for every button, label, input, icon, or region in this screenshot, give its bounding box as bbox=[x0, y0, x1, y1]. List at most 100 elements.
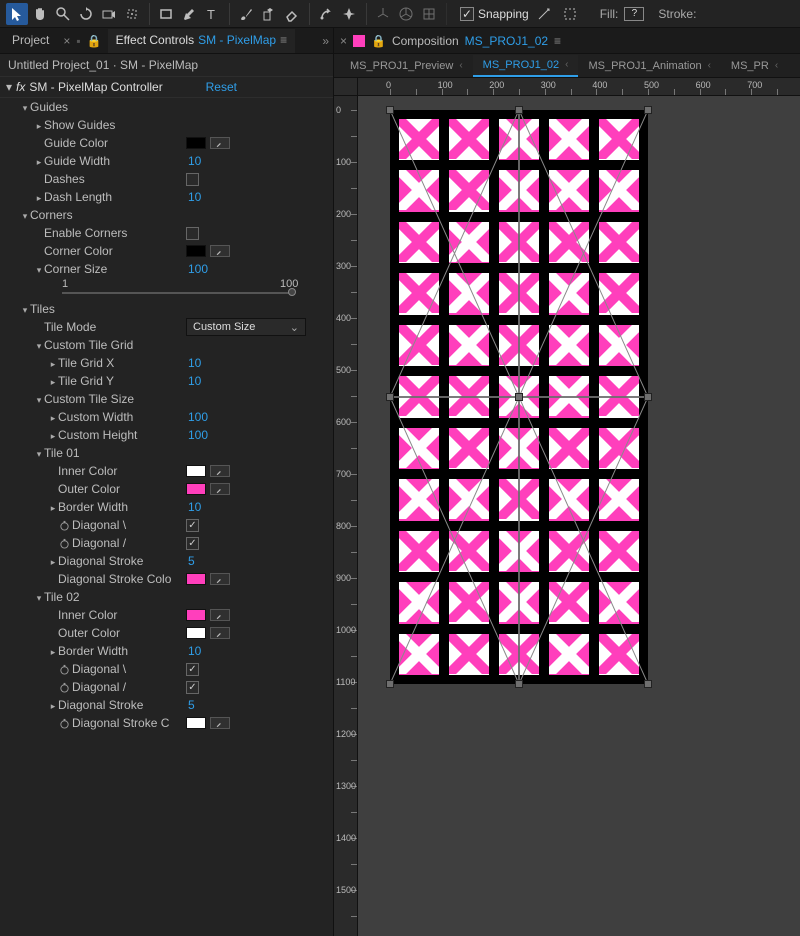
enable-corners-check[interactable] bbox=[186, 227, 199, 240]
t1-dsc-eyedrop[interactable] bbox=[210, 573, 230, 585]
tile-grid-x-value[interactable]: 10 bbox=[188, 356, 201, 370]
corner-size-value[interactable]: 100 bbox=[188, 262, 208, 276]
subtab-MS_PROJ1_Animation[interactable]: MS_PROJ1_Animation‹ bbox=[578, 56, 720, 76]
panel-overflow-icon[interactable]: » bbox=[322, 34, 329, 48]
show-guides[interactable]: Show Guides bbox=[44, 118, 115, 132]
t1-inner-swatch[interactable] bbox=[186, 465, 206, 477]
tile02-group[interactable]: Tile 02 bbox=[44, 590, 80, 604]
t1-d2-stopwatch[interactable] bbox=[58, 537, 70, 549]
cw-toggle[interactable] bbox=[48, 410, 58, 424]
roto-tool[interactable] bbox=[315, 3, 337, 25]
custom-tile-size[interactable]: Custom Tile Size bbox=[44, 392, 134, 406]
t1-d1-check[interactable] bbox=[186, 519, 199, 532]
tile01-toggle[interactable] bbox=[34, 446, 44, 460]
t2-bw-value[interactable]: 10 bbox=[188, 644, 201, 658]
snap-option-1[interactable] bbox=[533, 3, 555, 25]
project-tab[interactable]: Project bbox=[4, 29, 57, 53]
tile-mode-dropdown[interactable]: Custom Size bbox=[186, 318, 306, 336]
subtab-MS_PR[interactable]: MS_PR‹ bbox=[721, 56, 788, 76]
close-comp-tab[interactable]: × bbox=[340, 34, 347, 48]
guide-width-value[interactable]: 10 bbox=[188, 154, 201, 168]
tile02-toggle[interactable] bbox=[34, 590, 44, 604]
t1-bw-value[interactable]: 10 bbox=[188, 500, 201, 514]
tile01-group[interactable]: Tile 01 bbox=[44, 446, 80, 460]
subtab-MS_PROJ1_Preview[interactable]: MS_PROJ1_Preview‹ bbox=[340, 56, 473, 76]
zoom-tool[interactable] bbox=[52, 3, 74, 25]
transform-handle[interactable] bbox=[515, 106, 523, 114]
guides-toggle[interactable] bbox=[20, 100, 30, 114]
transform-handle[interactable] bbox=[386, 106, 394, 114]
t2-inner-eyedrop[interactable] bbox=[210, 609, 230, 621]
corner-size-toggle[interactable] bbox=[34, 262, 44, 276]
t2-d2-check[interactable] bbox=[186, 681, 199, 694]
corners-toggle[interactable] bbox=[20, 208, 30, 222]
ch-toggle[interactable] bbox=[48, 428, 58, 442]
t1-bw-toggle[interactable] bbox=[48, 500, 58, 514]
transform-handle[interactable] bbox=[644, 393, 652, 401]
t1-ds-value[interactable]: 5 bbox=[188, 554, 195, 568]
custom-width-value[interactable]: 100 bbox=[188, 410, 208, 424]
corners-group[interactable]: Corners bbox=[30, 208, 73, 222]
custom-width[interactable]: Custom Width bbox=[58, 410, 133, 424]
t1-diag-stroke[interactable]: Diagonal Stroke bbox=[58, 554, 143, 568]
tiles-group[interactable]: Tiles bbox=[30, 302, 55, 316]
guides-group[interactable]: Guides bbox=[30, 100, 68, 114]
dash-length[interactable]: Dash Length bbox=[44, 190, 112, 204]
fill-swatch[interactable]: ? bbox=[624, 7, 644, 21]
custom-height[interactable]: Custom Height bbox=[58, 428, 137, 442]
corner-color-eyedrop[interactable] bbox=[210, 245, 230, 257]
rotate-tool[interactable] bbox=[75, 3, 97, 25]
tile-grid-toggle[interactable] bbox=[34, 338, 44, 352]
selection-tool[interactable] bbox=[6, 3, 28, 25]
t2-dsc-stopwatch[interactable] bbox=[58, 717, 70, 729]
effect-controls-tab[interactable]: Effect Controls SM - PixelMap ≡ bbox=[108, 29, 296, 53]
dash-length-value[interactable]: 10 bbox=[188, 190, 201, 204]
t1-ds-toggle[interactable] bbox=[48, 554, 58, 568]
t1-d2-check[interactable] bbox=[186, 537, 199, 550]
effect-header[interactable]: ▾ fx SM - PixelMap Controller Reset bbox=[0, 77, 333, 98]
guide-width[interactable]: Guide Width bbox=[44, 154, 110, 168]
tile-grid-y-value[interactable]: 10 bbox=[188, 374, 201, 388]
snapping-checkbox[interactable]: ✓ bbox=[460, 7, 474, 21]
t2-bw-toggle[interactable] bbox=[48, 644, 58, 658]
custom-tile-grid[interactable]: Custom Tile Grid bbox=[44, 338, 133, 352]
show-guides-toggle[interactable] bbox=[34, 118, 44, 132]
t1-outer-swatch[interactable] bbox=[186, 483, 206, 495]
t1-outer-eyedrop[interactable] bbox=[210, 483, 230, 495]
rect-tool[interactable] bbox=[155, 3, 177, 25]
close-project-tab[interactable]: × bbox=[63, 34, 70, 48]
ruler-horizontal[interactable]: 0100200300400500600700 bbox=[358, 78, 800, 96]
guide-width-toggle[interactable] bbox=[34, 154, 44, 168]
corner-color-swatch[interactable] bbox=[186, 245, 206, 257]
t2-d1-stopwatch[interactable] bbox=[58, 663, 70, 675]
tile-grid-y[interactable]: Tile Grid Y bbox=[58, 374, 114, 388]
camera-tool[interactable] bbox=[98, 3, 120, 25]
comp-header-link[interactable]: MS_PROJ1_02 bbox=[465, 34, 548, 48]
tab-menu-icon[interactable]: ≡ bbox=[280, 33, 287, 47]
dashlen-toggle[interactable] bbox=[34, 190, 44, 204]
3d-local-axis[interactable] bbox=[372, 3, 394, 25]
3d-world-axis[interactable] bbox=[395, 3, 417, 25]
t2-outer-swatch[interactable] bbox=[186, 627, 206, 639]
clone-tool[interactable] bbox=[258, 3, 280, 25]
transform-handle[interactable] bbox=[644, 680, 652, 688]
t2-inner-swatch[interactable] bbox=[186, 609, 206, 621]
transform-handle[interactable] bbox=[386, 393, 394, 401]
t2-diag-stroke[interactable]: Diagonal Stroke bbox=[58, 698, 143, 712]
lock-icon[interactable]: 🔒 bbox=[87, 34, 102, 48]
corner-size[interactable]: Corner Size bbox=[44, 262, 107, 276]
transform-handle[interactable] bbox=[386, 680, 394, 688]
corner-size-slider[interactable]: 1 100 bbox=[0, 278, 333, 300]
guide-color-swatch[interactable] bbox=[186, 137, 206, 149]
slider-thumb[interactable] bbox=[288, 288, 296, 296]
custom-height-value[interactable]: 100 bbox=[188, 428, 208, 442]
puppet-tool[interactable] bbox=[338, 3, 360, 25]
subtab-MS_PROJ1_02[interactable]: MS_PROJ1_02‹ bbox=[473, 55, 579, 77]
t2-d1-check[interactable] bbox=[186, 663, 199, 676]
reset-button[interactable]: Reset bbox=[206, 80, 327, 94]
t2-border-width[interactable]: Border Width bbox=[58, 644, 128, 658]
viewer[interactable]: 0100200300400500600700 01002003004005006… bbox=[334, 78, 800, 936]
dashes-check[interactable] bbox=[186, 173, 199, 186]
tile-grid-x[interactable]: Tile Grid X bbox=[58, 356, 114, 370]
pen-tool[interactable] bbox=[178, 3, 200, 25]
